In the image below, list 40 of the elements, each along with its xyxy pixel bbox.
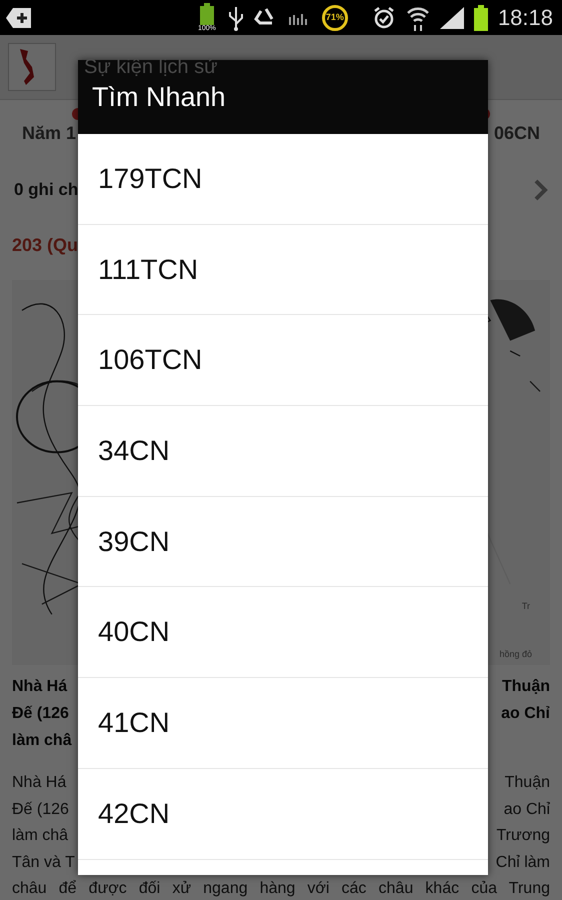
map-logo-icon	[8, 43, 56, 91]
paragraph-line: Nhà Há	[12, 773, 66, 793]
chevron-right-icon[interactable]	[534, 178, 548, 200]
map-label: Tr	[522, 600, 530, 613]
alarm-icon	[372, 6, 396, 30]
paragraph-line: ao Chỉ	[504, 800, 550, 820]
battery-icon	[474, 4, 488, 30]
year-list-item[interactable]: 42CN	[78, 768, 488, 860]
year-list-item[interactable]: 40CN	[78, 587, 488, 678]
paragraph-line: Chỉ làm	[496, 852, 550, 873]
clock-time: 18:18	[498, 4, 553, 32]
paragraph-line: Đế (126	[12, 704, 69, 724]
wifi-icon	[406, 4, 430, 30]
signal-icon	[440, 6, 464, 28]
paragraph-line: Thuận	[502, 677, 550, 697]
year-list-item[interactable]: 111TCN	[78, 224, 488, 316]
year-list-item[interactable]: 39CN	[78, 496, 488, 588]
paragraph-line: Tân và T	[12, 852, 75, 873]
paragraph-line: Trương	[496, 826, 550, 846]
year-list-item[interactable]: 179TCN	[78, 134, 488, 225]
year-list-item[interactable]: 34CN	[78, 406, 488, 497]
paragraph-line: Thuận	[504, 773, 550, 793]
paragraph-line: châu để được đối xử ngang hàng với các châu khác của Trung	[12, 879, 550, 900]
timeline-label: Năm 1	[22, 122, 76, 145]
paragraph-line: Đế (126	[12, 800, 69, 820]
usb-icon	[228, 4, 244, 30]
paragraph-line: Nhà Há	[12, 677, 68, 697]
dialog-title: Tìm Nhanh	[92, 80, 226, 114]
map-label: hồng đỏ	[499, 648, 532, 661]
battery-icon	[198, 2, 215, 24]
paragraph-line: làm châ	[12, 826, 68, 846]
paragraph-line: ao Chỉ	[501, 704, 550, 724]
year-list-item[interactable]: 106TCN	[78, 315, 488, 406]
timeline-label: 06CN	[494, 122, 540, 145]
year-list-item[interactable]: 41CN	[78, 678, 488, 769]
add-notification-icon	[5, 6, 33, 28]
event-heading: 203 (Qu	[12, 234, 78, 257]
progress-ring: 71%	[322, 4, 348, 30]
paragraph-line: làm châ	[12, 731, 72, 751]
notes-count: 0 ghi ch	[14, 178, 78, 201]
